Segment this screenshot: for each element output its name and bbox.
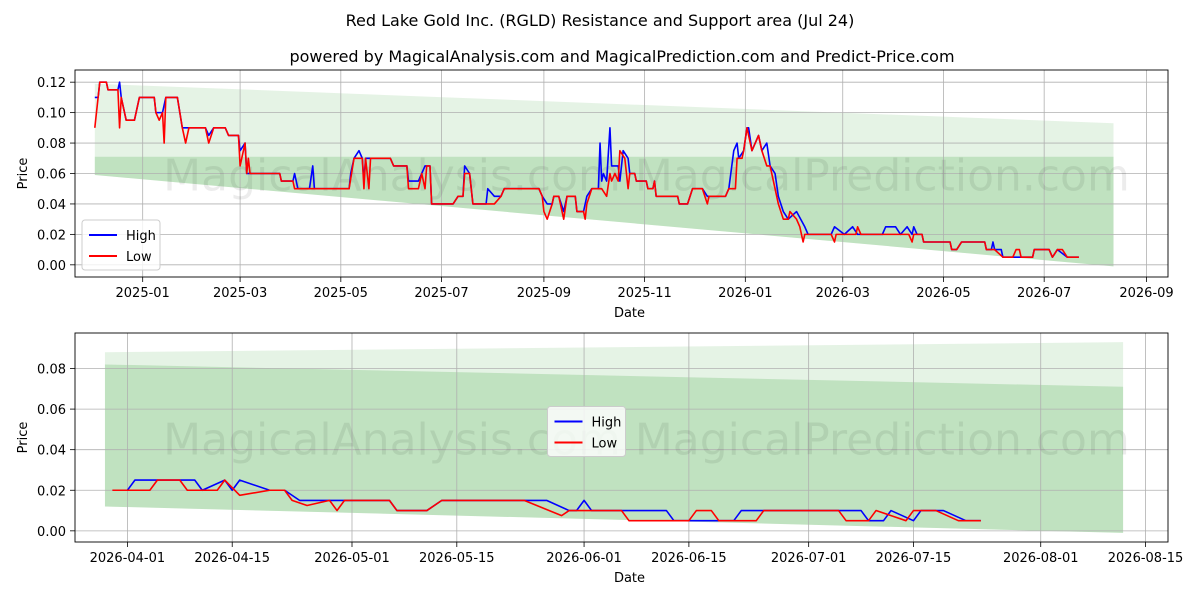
x-tick-label: 2026-05-15	[419, 551, 495, 566]
x-tick-label: 2026-06-15	[651, 551, 727, 566]
y-tick-label: 0.04	[37, 444, 66, 459]
x-tick-label: 2026-07-15	[876, 551, 952, 566]
legend-label-low: Low	[126, 250, 152, 265]
x-tick-label: 2026-07-01	[771, 551, 847, 566]
x-tick-label: 2025-03	[213, 286, 267, 301]
watermark: MagicalAnalysis.com MagicalPrediction.co…	[163, 151, 1130, 202]
x-tick-label: 2026-01	[718, 286, 772, 301]
y-tick-label: 0.00	[37, 525, 66, 540]
y-axis-label: Price	[16, 422, 31, 454]
legend-label-high: High	[126, 229, 156, 244]
chart-title: Red Lake Gold Inc. (RGLD) Resistance and…	[346, 11, 855, 30]
x-tick-label: 2026-03	[816, 286, 870, 301]
legend: High Low	[547, 406, 626, 457]
y-tick-label: 0.02	[37, 484, 66, 499]
x-axis-label: Date	[614, 306, 645, 321]
y-tick-label: 0.06	[37, 168, 66, 183]
y-tick-label: 0.08	[37, 363, 66, 378]
x-tick-label: 2026-09	[1119, 286, 1173, 301]
x-tick-label: 2026-07	[1017, 286, 1071, 301]
x-tick-label: 2026-05	[916, 286, 970, 301]
x-tick-label: 2025-01	[116, 286, 170, 301]
x-tick-label: 2026-06-01	[546, 551, 622, 566]
x-axis-label: Date	[614, 571, 645, 586]
chart-subtitle: powered by MagicalAnalysis.com and Magic…	[289, 47, 954, 66]
figure: Red Lake Gold Inc. (RGLD) Resistance and…	[0, 0, 1200, 600]
y-tick-label: 0.04	[37, 198, 66, 213]
x-tick-label: 2026-08-15	[1108, 551, 1184, 566]
x-tick-label: 2025-07	[414, 286, 468, 301]
x-tick-label: 2025-05	[314, 286, 368, 301]
x-tick-label: 2025-11	[617, 286, 671, 301]
legend-label-high: High	[592, 416, 622, 431]
legend: High Low	[81, 219, 161, 271]
x-tick-label: 2026-04-15	[194, 551, 270, 566]
x-tick-label: 2026-08-01	[1003, 551, 1079, 566]
y-tick-label: 0.10	[37, 107, 66, 122]
legend-label-low: Low	[592, 437, 618, 452]
watermark: MagicalAnalysis.com MagicalPrediction.co…	[163, 415, 1130, 466]
y-tick-label: 0.08	[37, 137, 66, 152]
y-tick-label: 0.12	[37, 76, 66, 91]
y-axis-label: Price	[16, 158, 31, 190]
y-tick-label: 0.00	[37, 259, 66, 274]
y-tick-label: 0.02	[37, 228, 66, 243]
x-tick-label: 2026-04-01	[90, 551, 166, 566]
x-tick-label: 2026-05-01	[314, 551, 390, 566]
x-tick-label: 2025-09	[517, 286, 571, 301]
y-tick-label: 0.06	[37, 403, 66, 418]
